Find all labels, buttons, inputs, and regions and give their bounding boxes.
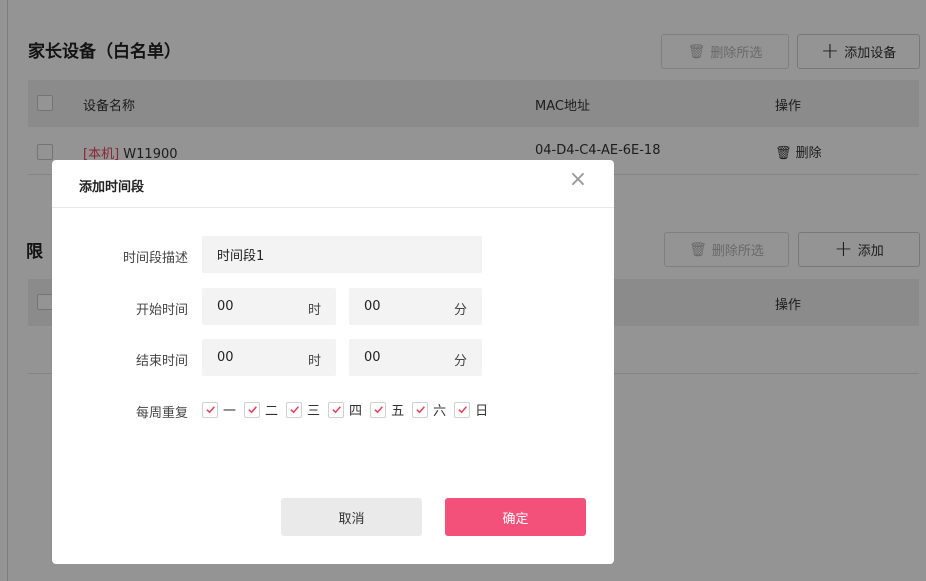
day-thu[interactable]: 四 — [328, 400, 365, 419]
desc-input[interactable]: 时间段1 — [202, 236, 482, 273]
dialog-title: 添加时间段 — [79, 180, 145, 195]
start-time-label: 开始时间 — [135, 303, 188, 318]
minute-unit: 分 — [453, 354, 467, 369]
add-time-period-dialog: 添加时间段 × 时间段描述 时间段1 开始时间 00 时 00 分 结束时间 0… — [52, 160, 614, 564]
day-label: 二 — [265, 404, 279, 419]
dialog-divider — [52, 207, 614, 208]
check-icon[interactable] — [202, 401, 218, 418]
day-tue[interactable]: 二 — [244, 400, 281, 419]
start-minute-value: 00 — [364, 299, 381, 314]
hour-unit: 时 — [307, 354, 321, 369]
minute-unit: 分 — [453, 303, 467, 318]
check-icon[interactable] — [370, 401, 387, 418]
end-hour-value: 00 — [217, 350, 234, 365]
day-wed[interactable]: 三 — [286, 400, 323, 419]
weekday-checkboxes: 一 二 三 四 五 六 日 — [202, 400, 496, 419]
check-icon[interactable] — [286, 401, 303, 418]
desc-label: 时间段描述 — [122, 251, 188, 266]
end-minute-value: 00 — [364, 350, 381, 365]
start-hour-value: 00 — [217, 299, 234, 314]
check-icon[interactable] — [244, 401, 261, 418]
cancel-button[interactable]: 取消 — [281, 498, 422, 536]
day-sun[interactable]: 日 — [454, 400, 491, 419]
day-mon[interactable]: 一 — [202, 400, 239, 419]
start-hour-input[interactable]: 00 时 — [202, 288, 336, 325]
close-icon[interactable]: × — [567, 169, 589, 191]
desc-value: 时间段1 — [217, 249, 265, 264]
end-hour-input[interactable]: 00 时 — [202, 339, 336, 376]
confirm-button[interactable]: 确定 — [445, 498, 586, 536]
start-minute-input[interactable]: 00 分 — [349, 288, 482, 325]
day-label: 三 — [307, 404, 321, 419]
check-icon[interactable] — [412, 401, 429, 418]
day-label: 六 — [433, 404, 447, 419]
day-label: 一 — [223, 404, 237, 419]
day-label: 五 — [391, 404, 405, 419]
day-label: 日 — [475, 404, 489, 419]
end-minute-input[interactable]: 00 分 — [349, 339, 482, 376]
hour-unit: 时 — [307, 303, 321, 318]
day-sat[interactable]: 六 — [412, 400, 449, 419]
check-icon[interactable] — [328, 401, 345, 418]
end-time-label: 结束时间 — [135, 354, 188, 369]
day-label: 四 — [349, 404, 363, 419]
repeat-label: 每周重复 — [135, 406, 188, 421]
day-fri[interactable]: 五 — [370, 400, 407, 419]
check-icon[interactable] — [454, 401, 471, 418]
